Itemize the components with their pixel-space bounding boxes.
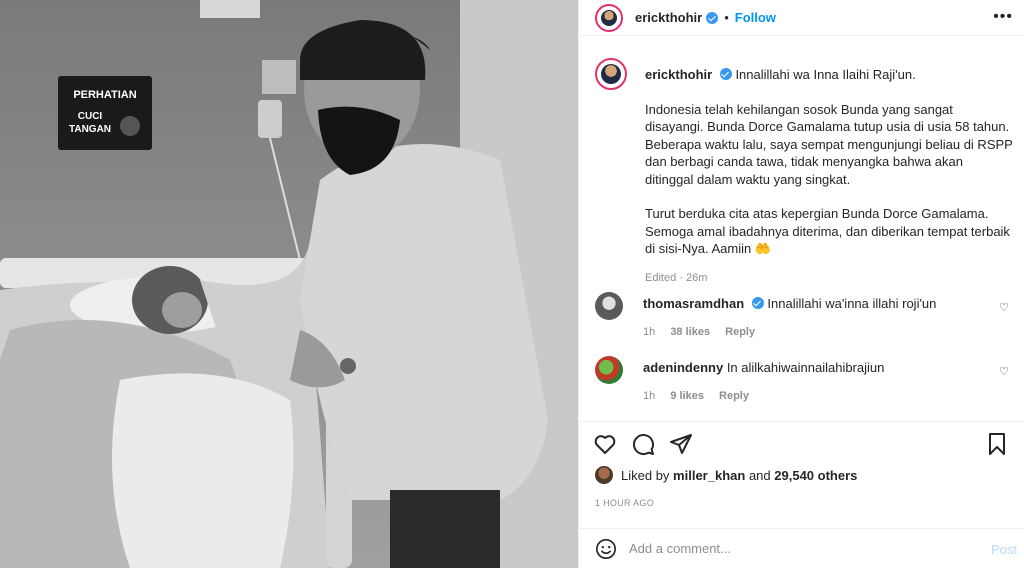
verified-icon xyxy=(706,11,719,24)
verified-icon xyxy=(751,297,764,309)
bookmark-icon[interactable] xyxy=(985,432,1009,456)
commenter-username[interactable]: adenindenny xyxy=(643,360,723,375)
heart-icon[interactable] xyxy=(593,432,617,456)
sign-title: PERHATIAN xyxy=(73,89,136,101)
more-icon[interactable]: ••• xyxy=(993,8,1013,26)
comment-text: Innalillahi wa'inna illahi roji'un xyxy=(767,296,937,311)
comment-item: thomasramdhan Innalillahi wa'inna illahi… xyxy=(595,292,1015,341)
caption-avatar[interactable] xyxy=(595,58,627,90)
post-comment-button[interactable]: Post xyxy=(991,542,1017,557)
verified-icon xyxy=(719,68,732,80)
heart-icon[interactable]: ♡ xyxy=(999,365,1009,378)
comment-time[interactable]: 1h xyxy=(643,326,655,338)
author-username[interactable]: erickthohir xyxy=(635,10,702,25)
liked-and: and xyxy=(748,467,771,483)
post-header: erickthohir • Follow ••• xyxy=(579,0,1024,36)
commenter-username[interactable]: thomasramdhan xyxy=(643,296,744,311)
post-timestamp[interactable]: 1 HOUR AGO xyxy=(595,498,654,508)
caption-paragraph-2: Turut berduka cita atas kepergian Bunda … xyxy=(645,206,1010,256)
caption-line1: Innalillahi wa Inna Ilaihi Raji'un. xyxy=(735,67,916,82)
reply-button[interactable]: Reply xyxy=(725,326,755,338)
comment-time[interactable]: 1h xyxy=(643,390,655,402)
commenter-avatar[interactable] xyxy=(595,292,623,320)
comment-likes[interactable]: 9 likes xyxy=(670,390,704,402)
sign-line2: TANGAN xyxy=(69,124,111,135)
instagram-post: PERHATIAN CUCI TANGAN erickthohir • Foll… xyxy=(0,0,1024,568)
add-comment-bar: Post xyxy=(579,528,1024,568)
share-icon[interactable] xyxy=(669,432,693,456)
sign-line1: CUCI xyxy=(78,111,103,122)
liked-by-prefix: Liked by xyxy=(621,467,670,483)
liker-username[interactable]: miller_khan xyxy=(673,468,745,483)
caption-username[interactable]: erickthohir xyxy=(645,67,712,82)
author-avatar[interactable] xyxy=(595,3,623,32)
edited-label: Edited · 26m xyxy=(645,271,708,284)
comment-item: adenindenny In alilkahiwainnailahibrajiu… xyxy=(595,356,1015,405)
post-photo[interactable]: PERHATIAN CUCI TANGAN xyxy=(0,0,578,568)
photo-illustration: PERHATIAN CUCI TANGAN xyxy=(0,0,578,568)
caption-body: erickthohir Innalillahi wa Inna Ilaihi R… xyxy=(645,58,1015,287)
heart-icon[interactable]: ♡ xyxy=(999,301,1009,314)
emoji-icon[interactable] xyxy=(595,538,617,560)
likes-summary: Liked by miller_khan and 29,540 others xyxy=(595,466,857,484)
comment-likes[interactable]: 38 likes xyxy=(670,326,710,338)
post-side-panel: erickthohir • Follow ••• erickthohir Inn… xyxy=(578,0,1024,568)
liker-avatar[interactable] xyxy=(595,466,613,484)
likes-count[interactable]: 29,540 others xyxy=(774,468,857,483)
action-bar xyxy=(579,421,1024,465)
comment-text: In alilkahiwainnailahibrajiun xyxy=(726,360,885,375)
reply-button[interactable]: Reply xyxy=(719,390,749,402)
commenter-avatar[interactable] xyxy=(595,356,623,384)
comment-input[interactable] xyxy=(629,541,969,556)
follow-button[interactable]: Follow xyxy=(735,10,776,25)
separator-dot: • xyxy=(724,10,729,25)
caption: erickthohir Innalillahi wa Inna Ilaihi R… xyxy=(595,58,1015,287)
comment-icon[interactable] xyxy=(631,432,655,456)
caption-paragraph-1: Indonesia telah kehilangan sosok Bunda y… xyxy=(645,101,1013,187)
